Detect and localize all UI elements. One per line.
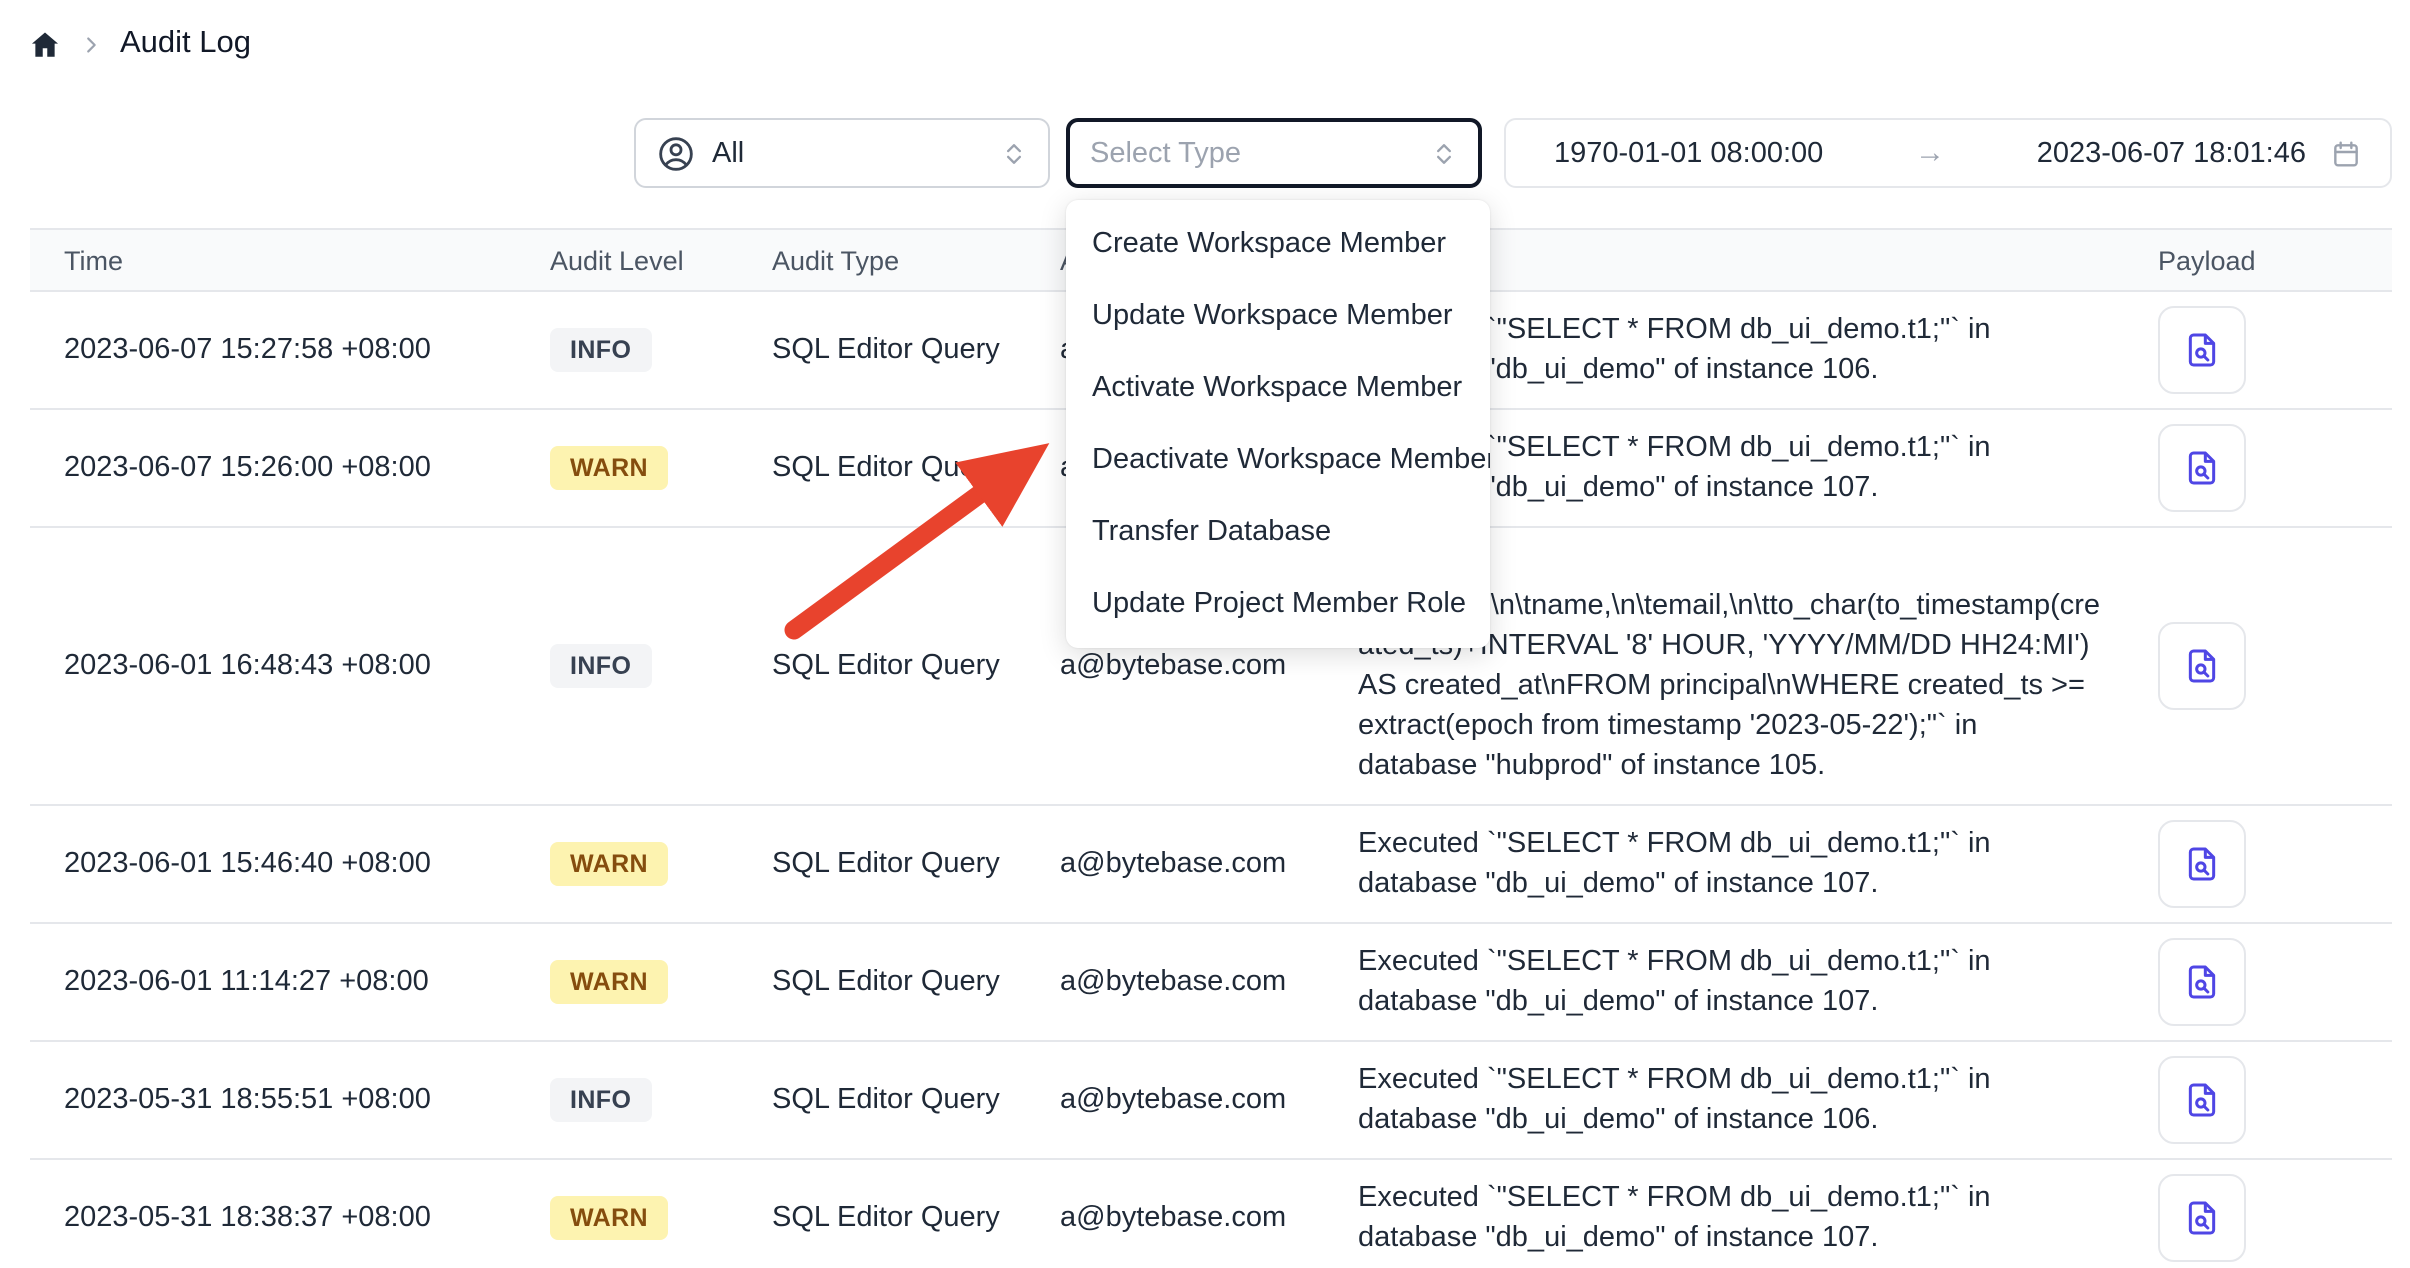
audit-level-badge: INFO: [550, 1078, 651, 1122]
cell-time: 2023-06-01 15:46:40 +08:00: [30, 848, 550, 880]
cell-actor: a@bytebase.com: [1060, 650, 1358, 682]
audit-level-badge: WARN: [550, 842, 668, 886]
cell-audit-type: SQL Editor Query: [772, 334, 1060, 366]
cell-comment: Executed `"SELECT * FROM db_ui_demo.t1;"…: [1358, 1160, 2102, 1268]
date-range-start[interactable]: 1970-01-01 08:00:00: [1554, 137, 1823, 169]
payload-view-button[interactable]: [2158, 306, 2246, 394]
table-row: 2023-06-01 15:46:40 +08:00 WARN SQL Edit…: [30, 806, 2392, 924]
user-circle-icon: [656, 133, 696, 173]
file-search-icon: [2182, 330, 2222, 370]
actor-scope-select[interactable]: All: [634, 118, 1050, 188]
menu-item-activate-workspace-member[interactable]: Activate Workspace Member: [1066, 352, 1490, 424]
file-search-icon: [2182, 448, 2222, 488]
header-payload: Payload: [2102, 245, 2392, 275]
cell-audit-type: SQL Editor Query: [772, 966, 1060, 998]
table-row: 2023-05-31 18:38:37 +08:00 WARN SQL Edit…: [30, 1160, 2392, 1268]
date-range-picker[interactable]: 1970-01-01 08:00:00 → 2023-06-07 18:01:4…: [1504, 118, 2392, 188]
payload-view-button[interactable]: [2158, 424, 2246, 512]
header-time: Time: [30, 245, 550, 275]
file-search-icon: [2182, 1198, 2222, 1238]
audit-level-badge: WARN: [550, 1196, 668, 1240]
up-down-chevron-icon: [1000, 139, 1028, 167]
cell-time: 2023-06-01 16:48:43 +08:00: [30, 650, 550, 682]
cell-payload: [2102, 306, 2392, 394]
cell-time: 2023-05-31 18:55:51 +08:00: [30, 1084, 550, 1116]
cell-comment: Executed `"SELECT * FROM db_ui_demo.t1;"…: [1358, 924, 2102, 1040]
cell-time: 2023-06-07 15:27:58 +08:00: [30, 334, 550, 366]
table-row: 2023-06-01 11:14:27 +08:00 WARN SQL Edit…: [30, 924, 2392, 1042]
menu-item-update-workspace-member[interactable]: Update Workspace Member: [1066, 280, 1490, 352]
file-search-icon: [2182, 844, 2222, 884]
payload-view-button[interactable]: [2158, 622, 2246, 710]
cell-payload: [2102, 622, 2392, 710]
cell-payload: [2102, 820, 2392, 908]
chevron-right-icon: [80, 33, 102, 55]
file-search-icon: [2182, 962, 2222, 1002]
cell-actor: a@bytebase.com: [1060, 966, 1358, 998]
menu-item-deactivate-workspace-member[interactable]: Deactivate Workspace Member: [1066, 424, 1490, 496]
cell-audit-level: INFO: [550, 1078, 772, 1122]
cell-audit-level: INFO: [550, 644, 772, 688]
audit-level-badge: INFO: [550, 644, 651, 688]
cell-actor: a@bytebase.com: [1060, 848, 1358, 880]
cell-audit-level: WARN: [550, 446, 772, 490]
cell-time: 2023-06-01 11:14:27 +08:00: [30, 966, 550, 998]
cell-audit-type: SQL Editor Query: [772, 650, 1060, 682]
menu-item-create-workspace-member[interactable]: Create Workspace Member: [1066, 208, 1490, 280]
breadcrumb: Audit Log: [28, 24, 251, 64]
cell-comment: Executed `"SELECT * FROM db_ui_demo.t1;"…: [1358, 1042, 2102, 1158]
audit-type-dropdown-menu: Create Workspace Member Update Workspace…: [1066, 200, 1490, 648]
cell-audit-level: WARN: [550, 960, 772, 1004]
cell-actor: a@bytebase.com: [1060, 1084, 1358, 1116]
audit-type-select[interactable]: Select Type: [1066, 118, 1482, 188]
payload-view-button[interactable]: [2158, 1174, 2246, 1262]
cell-payload: [2102, 938, 2392, 1026]
menu-item-update-project-member[interactable]: Update Project Member Role: [1066, 568, 1490, 640]
cell-audit-type: SQL Editor Query: [772, 1084, 1060, 1116]
cell-audit-level: WARN: [550, 1196, 772, 1240]
home-icon[interactable]: [28, 27, 62, 61]
payload-view-button[interactable]: [2158, 1056, 2246, 1144]
cell-actor: a@bytebase.com: [1060, 1202, 1358, 1234]
calendar-icon: [2330, 137, 2362, 169]
audit-log-page: Audit Log All Select Type 1970-01-01 08:…: [0, 0, 2410, 1268]
cell-audit-level: WARN: [550, 842, 772, 886]
cell-payload: [2102, 424, 2392, 512]
cell-comment: Executed `"SELECT * FROM db_ui_demo.t1;"…: [1358, 806, 2102, 922]
audit-level-badge: INFO: [550, 328, 651, 372]
payload-view-button[interactable]: [2158, 938, 2246, 1026]
up-down-chevron-icon: [1430, 139, 1458, 167]
page-title: Audit Log: [120, 26, 251, 62]
file-search-icon: [2182, 646, 2222, 686]
date-range-end[interactable]: 2023-06-07 18:01:46: [2037, 137, 2306, 169]
file-search-icon: [2182, 1080, 2222, 1120]
type-select-placeholder: Select Type: [1090, 137, 1241, 169]
arrow-right-icon: →: [1823, 136, 2036, 170]
cell-audit-type: SQL Editor Query: [772, 1202, 1060, 1234]
payload-view-button[interactable]: [2158, 820, 2246, 908]
audit-level-badge: WARN: [550, 960, 668, 1004]
cell-time: 2023-05-31 18:38:37 +08:00: [30, 1202, 550, 1234]
menu-item-transfer-database[interactable]: Transfer Database: [1066, 496, 1490, 568]
cell-payload: [2102, 1056, 2392, 1144]
cell-audit-type: SQL Editor Query: [772, 452, 1060, 484]
cell-time: 2023-06-07 15:26:00 +08:00: [30, 452, 550, 484]
cell-audit-type: SQL Editor Query: [772, 848, 1060, 880]
table-row: 2023-05-31 18:55:51 +08:00 INFO SQL Edit…: [30, 1042, 2392, 1160]
cell-payload: [2102, 1174, 2392, 1262]
scope-select-value: All: [712, 137, 744, 169]
header-audit-level: Audit Level: [550, 245, 772, 275]
audit-level-badge: WARN: [550, 446, 668, 490]
header-audit-type: Audit Type: [772, 245, 1060, 275]
cell-audit-level: INFO: [550, 328, 772, 372]
